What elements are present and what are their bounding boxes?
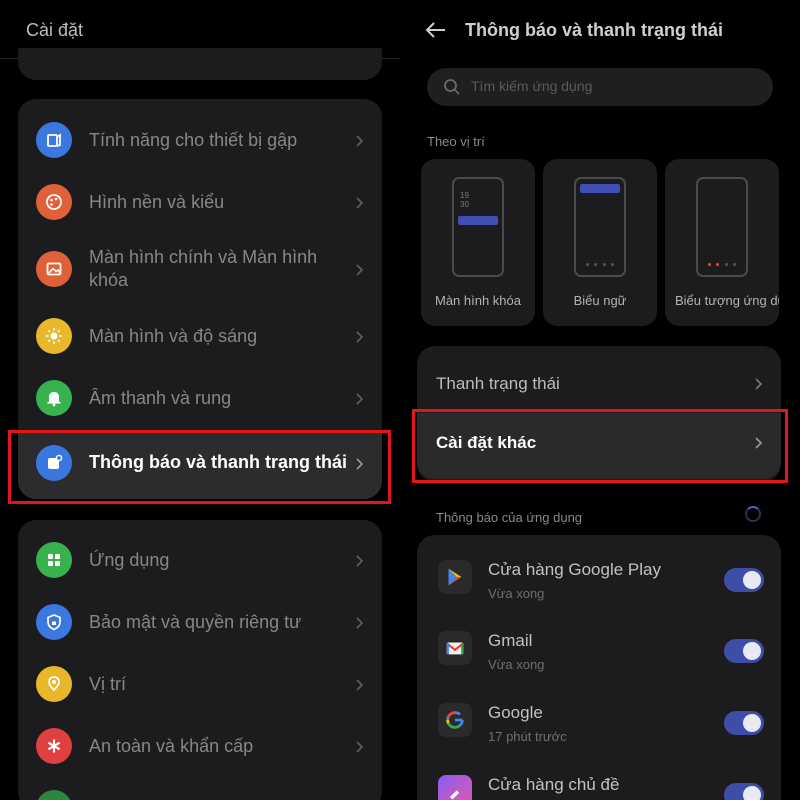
app-name: Gmail [488, 631, 533, 650]
gmail-icon [438, 631, 472, 665]
app-time: 17 phút trước [488, 729, 567, 744]
option-label: Thanh trạng thái [436, 374, 560, 393]
back-arrow-icon[interactable] [424, 18, 448, 42]
notification-toggle[interactable] [724, 711, 764, 735]
chevron-right-icon [354, 740, 366, 753]
chevron-right-icon [753, 377, 765, 390]
app-name: Cửa hàng chủ đề [488, 775, 620, 794]
settings-card-top [18, 48, 382, 80]
settings-item-label: Tính năng cho thiết bị gập [89, 130, 298, 150]
settings-item-display[interactable]: Màn hình và độ sáng [18, 305, 382, 367]
foldable-device-icon [36, 122, 72, 158]
chevron-right-icon [354, 134, 366, 147]
position-label: Biểu tượng ứng dụng [675, 293, 779, 308]
google-icon [438, 703, 472, 737]
app-name: Google [488, 703, 543, 722]
settings-item-label: Ứng dụng [89, 550, 170, 570]
settings-item-label: Hình nền và kiểu [89, 192, 225, 212]
settings-item-sound[interactable]: Âm thanh và rung [18, 367, 382, 429]
position-card-app-icon[interactable]: Biểu tượng ứng dụng [665, 159, 779, 326]
palette-icon [36, 184, 72, 220]
notification-toggle[interactable] [724, 568, 764, 592]
settings-item-label: Vị trí [89, 674, 127, 694]
search-icon [443, 78, 461, 96]
settings-item-emergency[interactable]: An toàn và khẩn cấp [18, 715, 382, 777]
highlight-box [412, 409, 788, 483]
chevron-right-icon [354, 263, 366, 276]
bell-icon [36, 380, 72, 416]
position-card-lockscreen[interactable]: 19 30 Màn hình khóa [421, 159, 535, 326]
search-input[interactable]: Tìm kiếm ứng dụng [427, 68, 773, 106]
chevron-right-icon [354, 554, 366, 567]
section-header-position: Theo vị trí [427, 134, 485, 149]
settings-item-foldable[interactable]: Tính năng cho thiết bị gập [18, 109, 382, 171]
chevron-right-icon [354, 330, 366, 343]
settings-item-label: Màn hình chính và Màn hình khóa [89, 247, 318, 290]
settings-item-label: Bảo mật và quyền riêng tư [89, 612, 302, 632]
app-time: Vừa xong [488, 657, 545, 672]
notification-toggle[interactable] [724, 783, 764, 800]
status-bar-option[interactable]: Thanh trạng thái [417, 354, 781, 412]
settings-item-apps[interactable]: Ứng dụng [18, 529, 382, 591]
settings-item-security[interactable]: Bảo mật và quyền riêng tư [18, 591, 382, 653]
settings-item-home-lock[interactable]: Màn hình chính và Màn hình khóa [18, 233, 382, 305]
chevron-right-icon [354, 616, 366, 629]
chevron-right-icon [354, 392, 366, 405]
app-row-google[interactable]: Google 17 phút trước [417, 690, 781, 760]
location-icon [36, 666, 72, 702]
settings-item-wallpaper[interactable]: Hình nền và kiểu [18, 171, 382, 233]
theme-store-icon [438, 775, 472, 800]
app-name: Cửa hàng Google Play [488, 560, 661, 579]
chevron-right-icon [354, 196, 366, 209]
phone-preview [574, 177, 626, 277]
position-card-banner[interactable]: Biểu ngữ [543, 159, 657, 326]
section-header-app-notifications: Thông báo của ứng dụng [436, 510, 583, 525]
settings-item-location[interactable]: Vị trí [18, 653, 382, 715]
settings-item-label: Âm thanh và rung [89, 388, 232, 408]
notification-toggle[interactable] [724, 639, 764, 663]
notifications-pane: Thông báo và thanh trạng thái Tìm kiếm ứ… [400, 0, 800, 800]
emergency-icon [36, 728, 72, 764]
position-label: Màn hình khóa [434, 293, 521, 308]
image-icon [36, 251, 72, 287]
sun-icon [36, 318, 72, 354]
app-row-gmail[interactable]: Gmail Vừa xong [417, 618, 781, 688]
settings-item-label: Màn hình và độ sáng [89, 326, 258, 346]
position-label: Biểu ngữ [573, 293, 627, 308]
search-placeholder: Tìm kiếm ứng dụng [471, 78, 593, 94]
app-time: Vừa xong [488, 586, 545, 601]
page-title: Thông báo và thanh trạng thái [465, 20, 723, 40]
phone-preview [696, 177, 748, 277]
google-play-icon [438, 560, 472, 594]
apps-grid-icon [36, 542, 72, 578]
settings-item-label: An toàn và khẩn cấp [89, 736, 254, 756]
phone-preview: 19 30 [452, 177, 504, 277]
chevron-right-icon [354, 678, 366, 691]
shield-lock-icon [36, 604, 72, 640]
app-row-theme-store[interactable]: Cửa hàng chủ đề [417, 762, 781, 800]
loading-spinner-icon [745, 506, 761, 522]
highlight-box [8, 430, 391, 504]
settings-pane: Cài đặt Tính năng cho thiết bị gập Hình … [0, 0, 400, 800]
page-title: Cài đặt [26, 20, 84, 40]
app-row-google-play[interactable]: Cửa hàng Google Play Vừa xong [417, 547, 781, 617]
